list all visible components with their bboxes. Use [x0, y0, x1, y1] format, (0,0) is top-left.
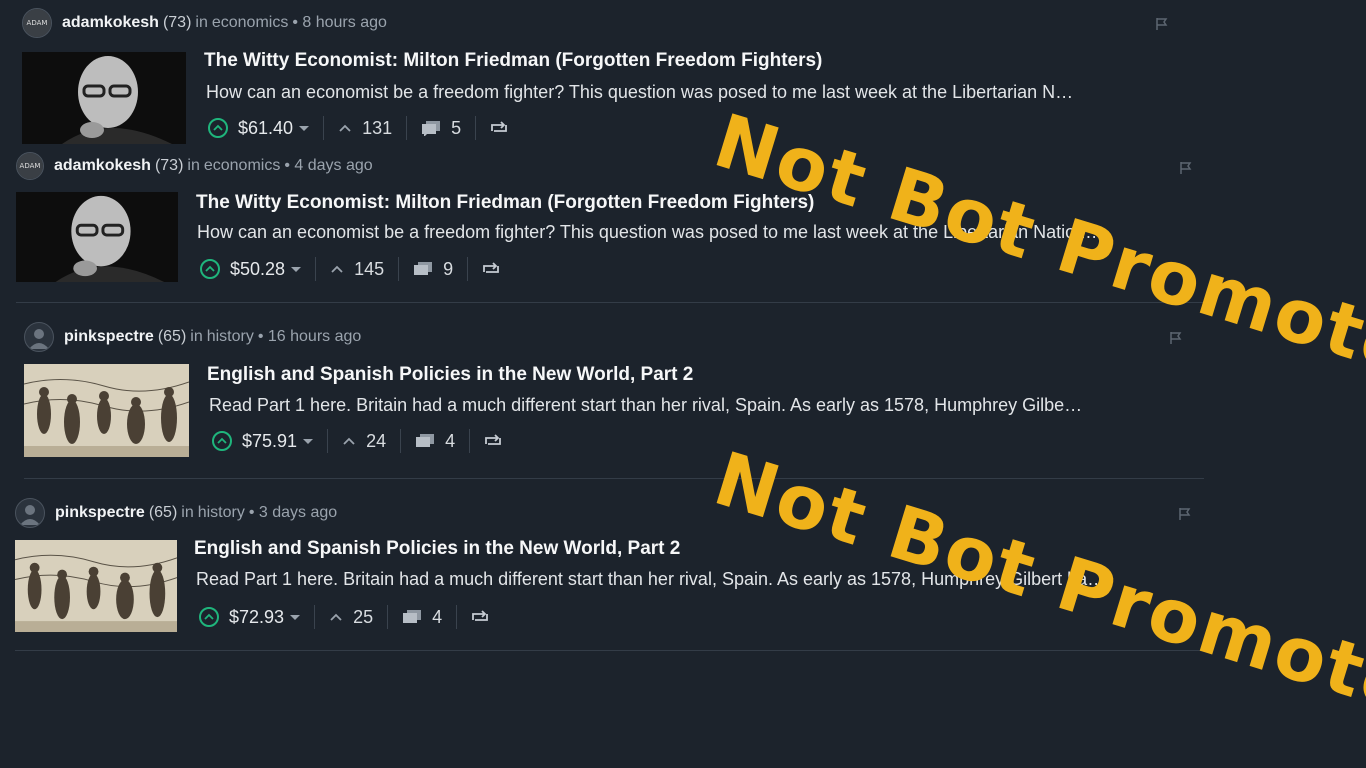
author-link[interactable]: adamkokesh	[54, 157, 151, 175]
separator	[323, 116, 325, 140]
chevron-down-icon[interactable]	[291, 266, 302, 272]
comment-count[interactable]: 9	[443, 259, 453, 280]
post-excerpt[interactable]: How can an economist be a freedom fighte…	[206, 82, 1196, 103]
timestamp[interactable]: • 16 hours ago	[258, 328, 361, 346]
payout-value[interactable]: $75.91	[242, 431, 297, 452]
separator	[400, 429, 402, 453]
comment-count[interactable]: 5	[451, 118, 461, 139]
upvote-circle-icon[interactable]	[212, 431, 232, 451]
reblog-icon[interactable]	[484, 434, 502, 448]
post-header: pinkspectre (65) in history • 16 hours a…	[24, 322, 361, 352]
not-bot-promoted-stamp: Not Bot Promoted	[704, 98, 1366, 409]
author-link[interactable]: pinkspectre	[55, 504, 145, 522]
post-divider	[16, 302, 1208, 303]
separator	[398, 257, 400, 281]
chevron-up-icon[interactable]	[330, 264, 344, 274]
post-thumbnail[interactable]	[22, 52, 186, 144]
comment-count[interactable]: 4	[445, 431, 455, 452]
timestamp[interactable]: • 4 days ago	[284, 157, 372, 175]
vote-count[interactable]: 145	[354, 259, 384, 280]
separator	[469, 429, 471, 453]
avatar[interactable]	[24, 322, 54, 352]
separator	[315, 257, 317, 281]
flag-icon[interactable]	[1168, 330, 1184, 346]
separator	[387, 605, 389, 629]
comments-icon[interactable]	[421, 120, 441, 136]
author-link[interactable]: pinkspectre	[64, 328, 154, 346]
post-title[interactable]: English and Spanish Policies in the New …	[194, 538, 680, 560]
post-header: ADAM adamkokesh (73) in economics • 8 ho…	[22, 8, 387, 38]
flag-icon[interactable]	[1177, 506, 1193, 522]
post-excerpt[interactable]: How can an economist be a freedom fighte…	[197, 222, 1201, 243]
author-link[interactable]: adamkokesh	[62, 14, 159, 32]
post-header: pinkspectre (65) in history • 3 days ago	[15, 498, 337, 528]
reblog-icon[interactable]	[471, 610, 489, 624]
post-footer: $61.40 131 5	[208, 114, 508, 142]
post-thumbnail[interactable]	[15, 540, 177, 632]
meta-in: in	[190, 328, 203, 345]
category-link[interactable]: economics	[212, 14, 288, 32]
svg-text:ADAM: ADAM	[20, 162, 41, 170]
separator	[456, 605, 458, 629]
reblog-icon[interactable]	[482, 262, 500, 276]
post-thumbnail[interactable]	[16, 192, 178, 282]
payout-value[interactable]: $61.40	[238, 118, 293, 139]
post-footer: $50.28 145 9	[200, 255, 500, 283]
chevron-down-icon[interactable]	[303, 438, 314, 444]
reputation: (65)	[148, 504, 178, 521]
chevron-up-icon[interactable]	[342, 436, 356, 446]
post-footer: $75.91 24 4	[212, 427, 502, 455]
flag-icon[interactable]	[1154, 16, 1170, 32]
comments-icon[interactable]	[415, 433, 435, 449]
separator	[406, 116, 408, 140]
vote-count[interactable]: 131	[362, 118, 392, 139]
post-title[interactable]: English and Spanish Policies in the New …	[207, 364, 693, 386]
separator	[314, 605, 316, 629]
svg-text:ADAM: ADAM	[27, 19, 48, 27]
separator	[467, 257, 469, 281]
post-divider	[15, 650, 1210, 651]
reblog-icon[interactable]	[490, 121, 508, 135]
post-header: ADAM adamkokesh (73) in economics • 4 da…	[16, 152, 373, 180]
payout-value[interactable]: $72.93	[229, 607, 284, 628]
post-excerpt[interactable]: Read Part 1 here. Britain had a much dif…	[209, 395, 1199, 416]
vote-count[interactable]: 25	[353, 607, 373, 628]
chevron-down-icon[interactable]	[299, 125, 310, 131]
separator	[327, 429, 329, 453]
category-link[interactable]: history	[207, 328, 254, 346]
avatar[interactable]	[15, 498, 45, 528]
timestamp[interactable]: • 3 days ago	[249, 504, 337, 522]
post-title[interactable]: The Witty Economist: Milton Friedman (Fo…	[196, 192, 814, 214]
post-excerpt[interactable]: Read Part 1 here. Britain had a much dif…	[196, 569, 1200, 590]
post-divider	[24, 478, 1204, 479]
meta-in: in	[195, 14, 208, 31]
upvote-circle-icon[interactable]	[199, 607, 219, 627]
category-link[interactable]: history	[198, 504, 245, 522]
reputation: (73)	[154, 157, 184, 174]
avatar[interactable]: ADAM	[16, 152, 44, 180]
payout-value[interactable]: $50.28	[230, 259, 285, 280]
reputation: (73)	[162, 14, 192, 31]
flag-icon[interactable]	[1178, 160, 1194, 176]
separator	[475, 116, 477, 140]
meta-in: in	[181, 504, 194, 521]
vote-count[interactable]: 24	[366, 431, 386, 452]
post-title[interactable]: The Witty Economist: Milton Friedman (Fo…	[204, 50, 822, 72]
post-thumbnail[interactable]	[24, 364, 189, 457]
avatar[interactable]: ADAM	[22, 8, 52, 38]
upvote-circle-icon[interactable]	[208, 118, 228, 138]
not-bot-promoted-stamp: Not Bot Promoted	[704, 436, 1366, 747]
timestamp[interactable]: • 8 hours ago	[292, 14, 387, 32]
post-footer: $72.93 25 4	[199, 603, 489, 631]
chevron-up-icon[interactable]	[338, 123, 352, 133]
comment-count[interactable]: 4	[432, 607, 442, 628]
category-link[interactable]: economics	[204, 157, 280, 175]
chevron-up-icon[interactable]	[329, 612, 343, 622]
upvote-circle-icon[interactable]	[200, 259, 220, 279]
reputation: (65)	[157, 328, 187, 345]
meta-in: in	[187, 157, 200, 174]
comments-icon[interactable]	[413, 261, 433, 277]
chevron-down-icon[interactable]	[290, 614, 301, 620]
comments-icon[interactable]	[402, 609, 422, 625]
